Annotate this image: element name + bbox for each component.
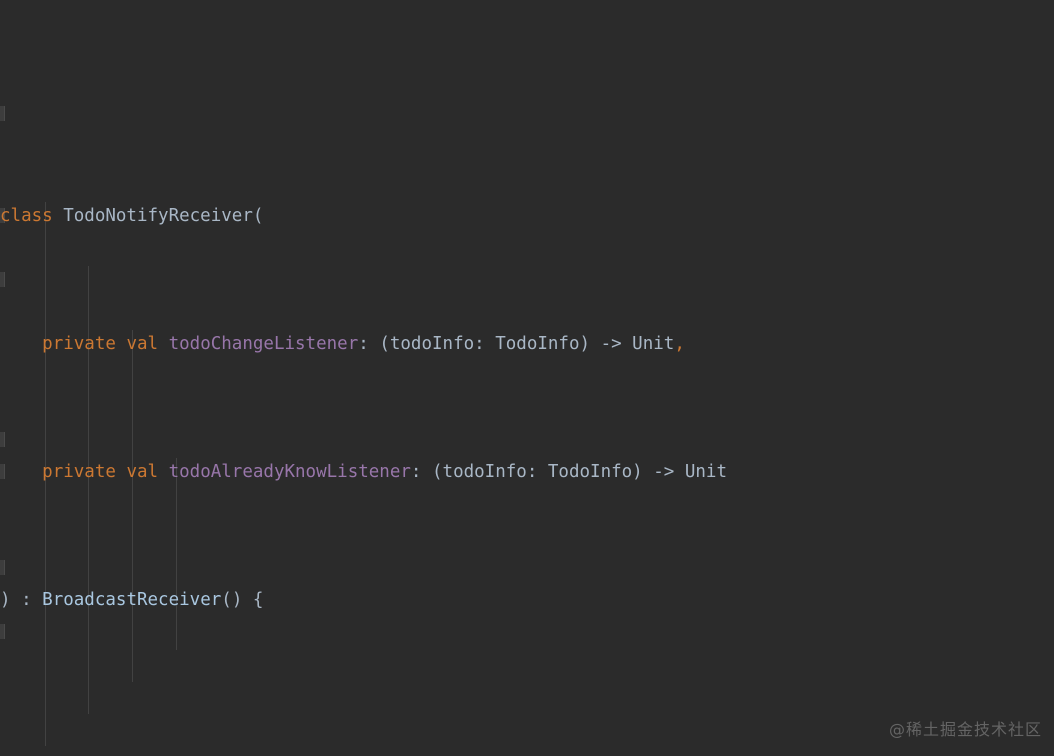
superclass-name: BroadcastReceiver <box>42 590 222 610</box>
code-line-param-todo-change-listener[interactable]: private val todoChangeListener: (todoInf… <box>0 328 1054 360</box>
code-line-blank-top <box>0 72 1054 104</box>
watermark: @稀土掘金技术社区 <box>888 720 1042 739</box>
keyword-private-val: private val <box>42 462 169 482</box>
param-type: : (todoInfo: TodoInfo) -> Unit <box>410 462 727 482</box>
keyword-private-val: private val <box>42 334 169 354</box>
code-line-param-todo-already-know-listener[interactable]: private val todoAlreadyKnowListener: (to… <box>0 456 1054 488</box>
class-name: TodoNotifyReceiver( <box>63 206 264 226</box>
code-content[interactable]: class TodoNotifyReceiver( private val to… <box>0 0 1054 756</box>
open-brace: () { <box>221 590 264 610</box>
code-editor-view[interactable]: class TodoNotifyReceiver( private val to… <box>0 0 1054 756</box>
close-paren-colon: ) : <box>0 590 43 610</box>
param-name-todochangelistener: todoChangeListener <box>168 334 359 354</box>
param-type: : (todoInfo: TodoInfo) -> Unit <box>358 334 675 354</box>
code-line-superclass[interactable]: ) : BroadcastReceiver() { <box>0 584 1054 616</box>
comma: , <box>674 334 685 354</box>
param-name-todoalreadyknowlistener: todoAlreadyKnowListener <box>168 462 411 482</box>
code-line-class-declaration[interactable]: class TodoNotifyReceiver( <box>0 200 1054 232</box>
keyword-class: class <box>0 206 64 226</box>
